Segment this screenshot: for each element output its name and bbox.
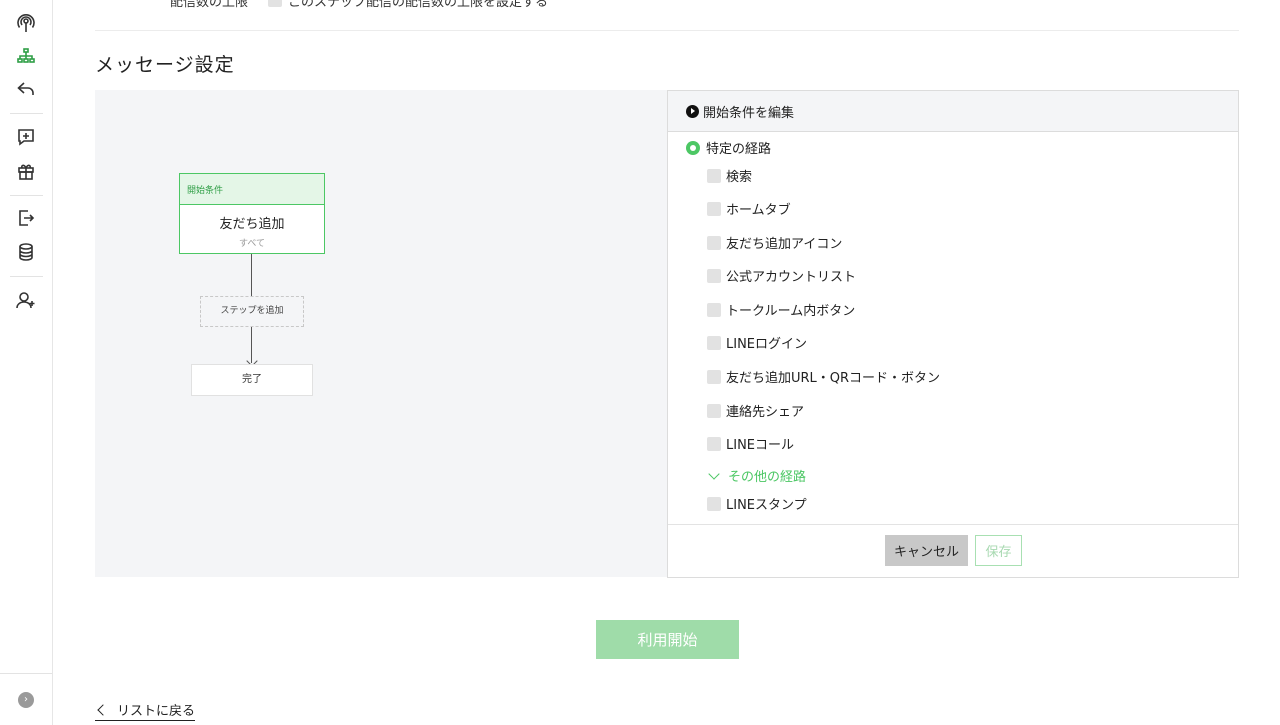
checkbox[interactable] bbox=[707, 302, 721, 317]
route-option[interactable]: 連絡先シェア bbox=[707, 401, 804, 420]
route-option[interactable]: 友だち追加アイコン bbox=[707, 233, 842, 252]
connector-line bbox=[251, 254, 252, 296]
expand-sidebar-button[interactable]: › bbox=[18, 692, 34, 708]
flow-icon[interactable] bbox=[14, 44, 38, 68]
broadcast-icon[interactable] bbox=[14, 11, 38, 35]
flow-canvas: 開始条件 友だち追加 すべて ステップを追加 完了 bbox=[95, 90, 668, 577]
route-option[interactable]: 検索 bbox=[707, 166, 752, 185]
section-title: メッセージ設定 bbox=[95, 54, 235, 76]
start-condition-node[interactable]: 開始条件 友だち追加 すべて bbox=[179, 173, 325, 254]
route-option-label: LINEスタンプ bbox=[726, 498, 807, 513]
add-message-icon[interactable] bbox=[14, 125, 38, 149]
data-export-icon[interactable] bbox=[14, 206, 38, 230]
checkbox[interactable] bbox=[707, 496, 721, 511]
delivery-limit-checkbox[interactable] bbox=[268, 0, 282, 7]
start-condition-sub: すべて bbox=[238, 239, 265, 249]
delivery-limit-row: 配信数の上限 このステップ配信の配信数の上限を設定する bbox=[170, 0, 549, 10]
delivery-limit-label: 配信数の上限 bbox=[170, 0, 249, 10]
route-option[interactable]: LINEスタンプ bbox=[707, 494, 807, 513]
radio-selected-icon bbox=[686, 140, 700, 155]
delivery-limit-checkbox-label: このステップ配信の配信数の上限を設定する bbox=[288, 0, 549, 10]
checkbox[interactable] bbox=[707, 335, 721, 350]
database-icon[interactable] bbox=[14, 240, 38, 264]
gift-icon[interactable] bbox=[14, 159, 38, 183]
route-option[interactable]: トークルーム内ボタン bbox=[707, 300, 855, 319]
route-option-label: 友だち追加アイコン bbox=[726, 237, 843, 252]
checkbox[interactable] bbox=[707, 369, 721, 384]
checkbox[interactable] bbox=[707, 268, 721, 283]
sidebar: › bbox=[0, 0, 53, 725]
route-option[interactable]: 公式アカウントリスト bbox=[707, 266, 856, 285]
end-node: 完了 bbox=[191, 364, 313, 396]
route-option-label: トークルーム内ボタン bbox=[726, 304, 856, 319]
start-condition-editor: 開始条件を編集 特定の経路 検索 ホームタブ 友だち追加アイコン 公式アカウント… bbox=[667, 90, 1239, 578]
cancel-button[interactable]: キャンセル bbox=[885, 535, 968, 566]
route-option-label: 検索 bbox=[726, 170, 753, 185]
checkbox[interactable] bbox=[707, 201, 721, 216]
route-option-label: 友だち追加URL・QRコード・ボタン bbox=[726, 371, 941, 386]
route-option-label: LINEコール bbox=[726, 438, 795, 453]
route-option[interactable]: 友だち追加URL・QRコード・ボタン bbox=[707, 367, 940, 386]
route-option[interactable]: LINEログイン bbox=[707, 333, 807, 352]
route-option-label: 連絡先シェア bbox=[726, 405, 805, 420]
back-to-list-label: リストに戻る bbox=[117, 704, 196, 719]
start-using-button[interactable]: 利用開始 bbox=[596, 620, 739, 659]
start-condition-header: 開始条件 bbox=[180, 174, 324, 205]
divider bbox=[95, 30, 1239, 31]
chevron-left-icon bbox=[97, 703, 109, 716]
route-option[interactable]: LINEコール bbox=[707, 434, 794, 453]
checkbox[interactable] bbox=[707, 436, 721, 451]
route-option-label: ホームタブ bbox=[726, 203, 791, 218]
add-step-node[interactable]: ステップを追加 bbox=[200, 296, 304, 327]
route-option-label: 公式アカウントリスト bbox=[726, 270, 857, 285]
divider bbox=[668, 524, 1238, 525]
other-routes-label: その他の経路 bbox=[728, 470, 807, 485]
reply-icon[interactable] bbox=[14, 77, 38, 101]
radio-label: 特定の経路 bbox=[706, 142, 772, 157]
chevron-down-icon bbox=[708, 467, 720, 480]
checkbox[interactable] bbox=[707, 235, 721, 250]
start-condition-name: 友だち追加 bbox=[219, 217, 285, 232]
editor-header: 開始条件を編集 bbox=[668, 91, 1238, 132]
other-routes-toggle[interactable]: その他の経路 bbox=[707, 466, 806, 485]
specific-route-radio[interactable]: 特定の経路 bbox=[686, 138, 771, 157]
editor-header-title: 開始条件を編集 bbox=[703, 105, 795, 121]
route-option-label: LINEログイン bbox=[726, 337, 808, 352]
checkbox[interactable] bbox=[707, 403, 721, 418]
checkbox[interactable] bbox=[707, 168, 721, 183]
route-option[interactable]: ホームタブ bbox=[707, 199, 791, 218]
back-to-list-link[interactable]: リストに戻る bbox=[95, 700, 196, 721]
add-friend-icon[interactable] bbox=[14, 288, 38, 312]
save-button[interactable]: 保存 bbox=[975, 535, 1022, 566]
play-icon bbox=[686, 104, 699, 118]
